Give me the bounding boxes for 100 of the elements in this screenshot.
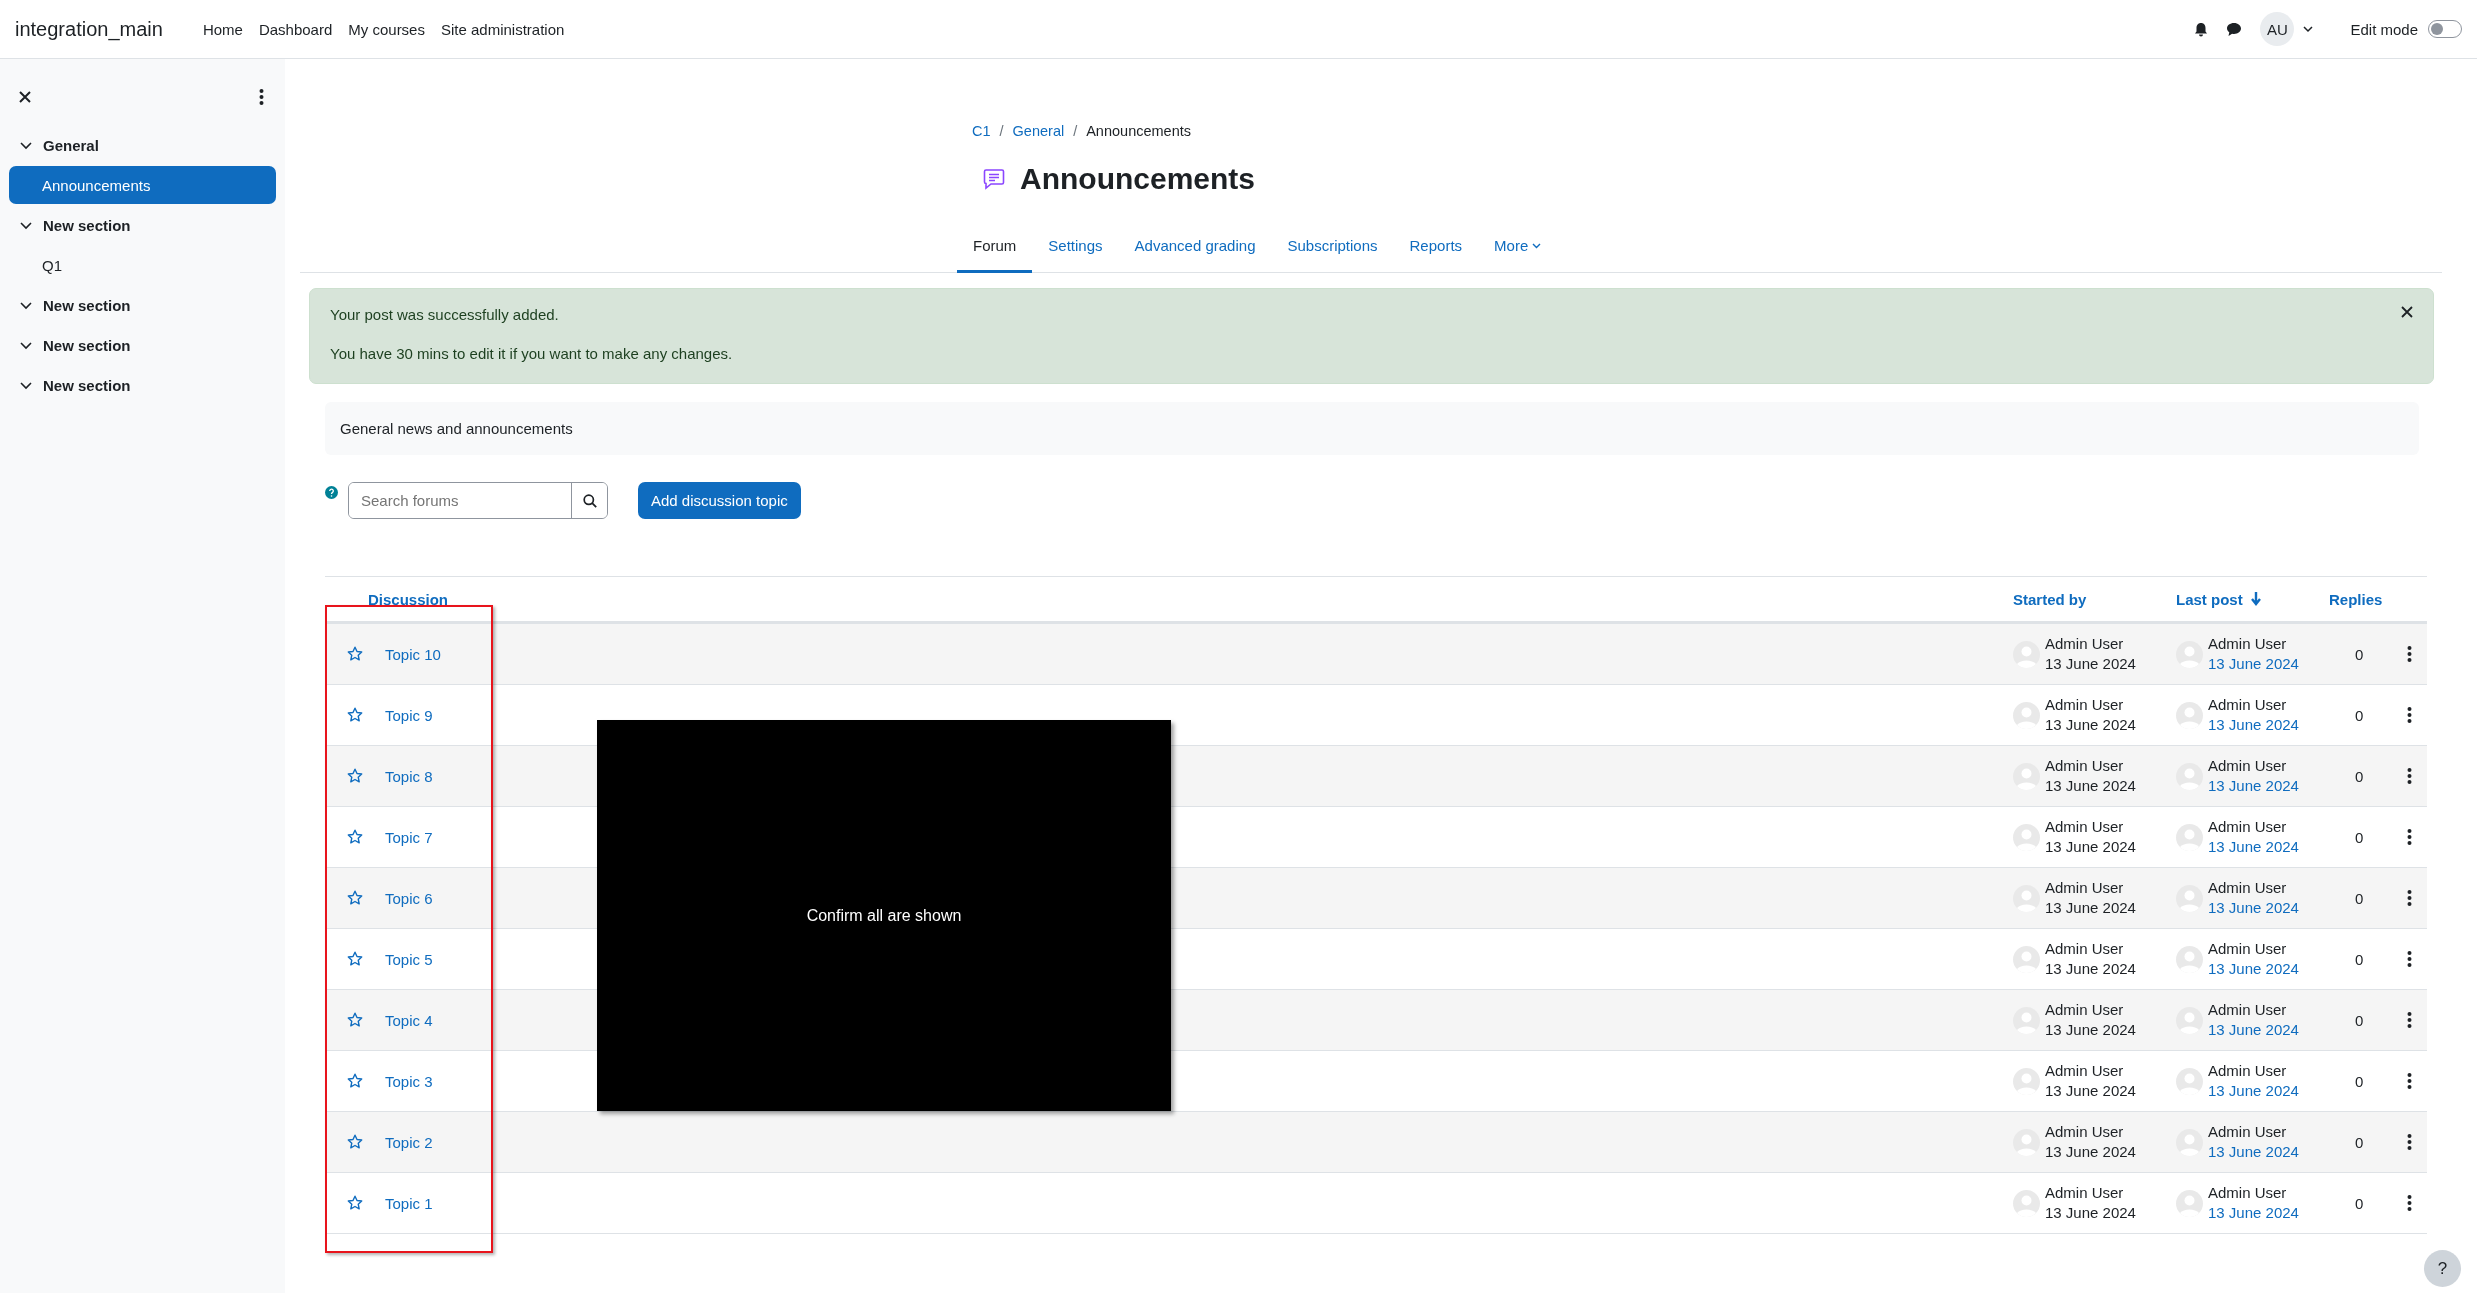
star-icon[interactable] xyxy=(347,707,363,723)
search-button[interactable] xyxy=(571,483,607,518)
chevron-icon[interactable] xyxy=(19,379,33,391)
chevron-icon[interactable] xyxy=(19,339,33,351)
star-icon[interactable] xyxy=(347,646,363,662)
post-date: 13 June 2024 xyxy=(2045,898,2136,918)
nav-link[interactable]: My courses xyxy=(340,20,433,38)
chevron-icon[interactable] xyxy=(19,219,33,231)
nav-tab[interactable]: Settings xyxy=(1032,223,1119,273)
caret-icon[interactable] xyxy=(2302,23,2315,35)
nav-tab[interactable]: Reports xyxy=(1393,223,1479,273)
column-header[interactable]: Last post xyxy=(2176,590,2243,608)
section-link[interactable]: General xyxy=(43,136,99,154)
page-title: Announcements xyxy=(1020,162,1256,196)
search-field[interactable]: Search forums xyxy=(348,482,608,519)
bell-icon[interactable] xyxy=(2194,21,2209,37)
post-date-link[interactable]: 13 June 2024 xyxy=(2208,715,2299,735)
star-icon[interactable] xyxy=(347,768,363,784)
kebab-icon[interactable] xyxy=(2407,645,2412,663)
nav-link[interactable]: Dashboard xyxy=(250,20,341,38)
user-name: Admin User xyxy=(2208,695,2288,715)
discussion-link[interactable]: Topic 7 xyxy=(385,828,433,846)
kebab-icon[interactable] xyxy=(2407,706,2412,724)
star-icon[interactable] xyxy=(347,1195,363,1211)
discussion-link[interactable]: Topic 9 xyxy=(385,706,433,724)
column-header[interactable]: Replies xyxy=(2329,590,2383,608)
discussion-link[interactable]: Topic 3 xyxy=(385,1072,433,1090)
nav-link[interactable]: Site administration xyxy=(432,20,573,38)
user-avatar[interactable]: AU xyxy=(2260,12,2295,46)
discussion-link[interactable]: Topic 10 xyxy=(385,645,441,663)
help-icon[interactable] xyxy=(325,486,338,499)
user-name: Admin User xyxy=(2045,878,2125,898)
replies-count: 0 xyxy=(2354,950,2365,968)
post-date-link[interactable]: 13 June 2024 xyxy=(2208,1081,2299,1101)
post-date: 13 June 2024 xyxy=(2045,837,2136,857)
post-date-link[interactable]: 13 June 2024 xyxy=(2208,837,2299,857)
nav-tab[interactable]: More xyxy=(1478,223,1558,273)
kebab-icon[interactable] xyxy=(2407,1194,2412,1212)
activity-link[interactable]: Announcements xyxy=(9,166,276,204)
discussion-link[interactable]: Topic 5 xyxy=(385,950,433,968)
kebab-icon[interactable] xyxy=(2407,889,2412,907)
section-link[interactable]: New section xyxy=(43,296,131,314)
star-icon[interactable] xyxy=(347,951,363,967)
post-date: 13 June 2024 xyxy=(2045,1020,2136,1040)
kebab-icon[interactable] xyxy=(2407,1133,2412,1151)
post-date-link[interactable]: 13 June 2024 xyxy=(2208,959,2299,979)
star-icon[interactable] xyxy=(347,1134,363,1150)
section-link[interactable]: New section xyxy=(43,376,131,394)
kebab-icon[interactable] xyxy=(2407,767,2412,785)
nav-link[interactable]: Home xyxy=(194,20,251,38)
star-icon[interactable] xyxy=(347,1012,363,1028)
star-icon[interactable] xyxy=(347,890,363,906)
discussion-link[interactable]: Topic 4 xyxy=(385,1011,433,1029)
user-name: Admin User xyxy=(2045,634,2125,654)
replies-count: 0 xyxy=(2354,828,2365,846)
breadcrumb-link[interactable]: C1 xyxy=(972,123,991,139)
overlay-message: Confirm all are shown xyxy=(597,720,1171,1111)
chevron-icon[interactable] xyxy=(19,139,33,151)
arrow-down-icon[interactable] xyxy=(2250,592,2261,606)
discussion-link[interactable]: Topic 8 xyxy=(385,767,433,785)
post-date-link[interactable]: 13 June 2024 xyxy=(2208,654,2299,674)
kebab-icon[interactable] xyxy=(2407,1011,2412,1029)
star-icon[interactable] xyxy=(347,1073,363,1089)
alert-message: Your post was successfully added. xyxy=(330,306,559,323)
user-name: Admin User xyxy=(2208,634,2288,654)
replies-count: 0 xyxy=(2354,1011,2365,1029)
activity-link[interactable]: Q1 xyxy=(9,246,276,284)
star-icon[interactable] xyxy=(347,829,363,845)
post-date-link[interactable]: 13 June 2024 xyxy=(2208,898,2299,918)
kebab-icon[interactable] xyxy=(259,88,264,106)
chat-icon[interactable] xyxy=(2226,21,2243,37)
column-header[interactable]: Started by xyxy=(2013,590,2087,608)
help-button[interactable]: ? xyxy=(2424,1250,2461,1287)
discussion-link[interactable]: Topic 1 xyxy=(385,1194,433,1212)
replies-count: 0 xyxy=(2354,1133,2365,1151)
breadcrumb-link[interactable]: General xyxy=(1012,123,1065,139)
post-date-link[interactable]: 13 June 2024 xyxy=(2208,1020,2299,1040)
chevron-icon[interactable] xyxy=(19,299,33,311)
close-icon[interactable] xyxy=(2401,306,2413,318)
kebab-icon[interactable] xyxy=(2407,950,2412,968)
site-name[interactable]: integration_main xyxy=(15,17,163,41)
post-date-link[interactable]: 13 June 2024 xyxy=(2208,1203,2299,1223)
add-discussion-button[interactable]: Add discussion topic xyxy=(638,482,801,519)
column-header[interactable]: Discussion xyxy=(368,590,449,608)
kebab-icon[interactable] xyxy=(2407,828,2412,846)
kebab-icon[interactable] xyxy=(2407,1072,2412,1090)
user-name: Admin User xyxy=(2045,1122,2125,1142)
forum-description: General news and announcements xyxy=(325,402,2419,455)
discussion-link[interactable]: Topic 2 xyxy=(385,1133,433,1151)
post-date-link[interactable]: 13 June 2024 xyxy=(2208,776,2299,796)
nav-tab[interactable]: Subscriptions xyxy=(1271,223,1394,273)
close-icon[interactable] xyxy=(19,91,31,103)
user-name: Admin User xyxy=(2208,1061,2288,1081)
discussion-link[interactable]: Topic 6 xyxy=(385,889,433,907)
edit-mode-toggle[interactable] xyxy=(2428,20,2462,38)
section-link[interactable]: New section xyxy=(43,336,131,354)
post-date-link[interactable]: 13 June 2024 xyxy=(2208,1142,2299,1162)
nav-tab[interactable]: Advanced grading xyxy=(1118,223,1272,273)
nav-tab[interactable]: Forum xyxy=(957,223,1033,273)
section-link[interactable]: New section xyxy=(43,216,131,234)
